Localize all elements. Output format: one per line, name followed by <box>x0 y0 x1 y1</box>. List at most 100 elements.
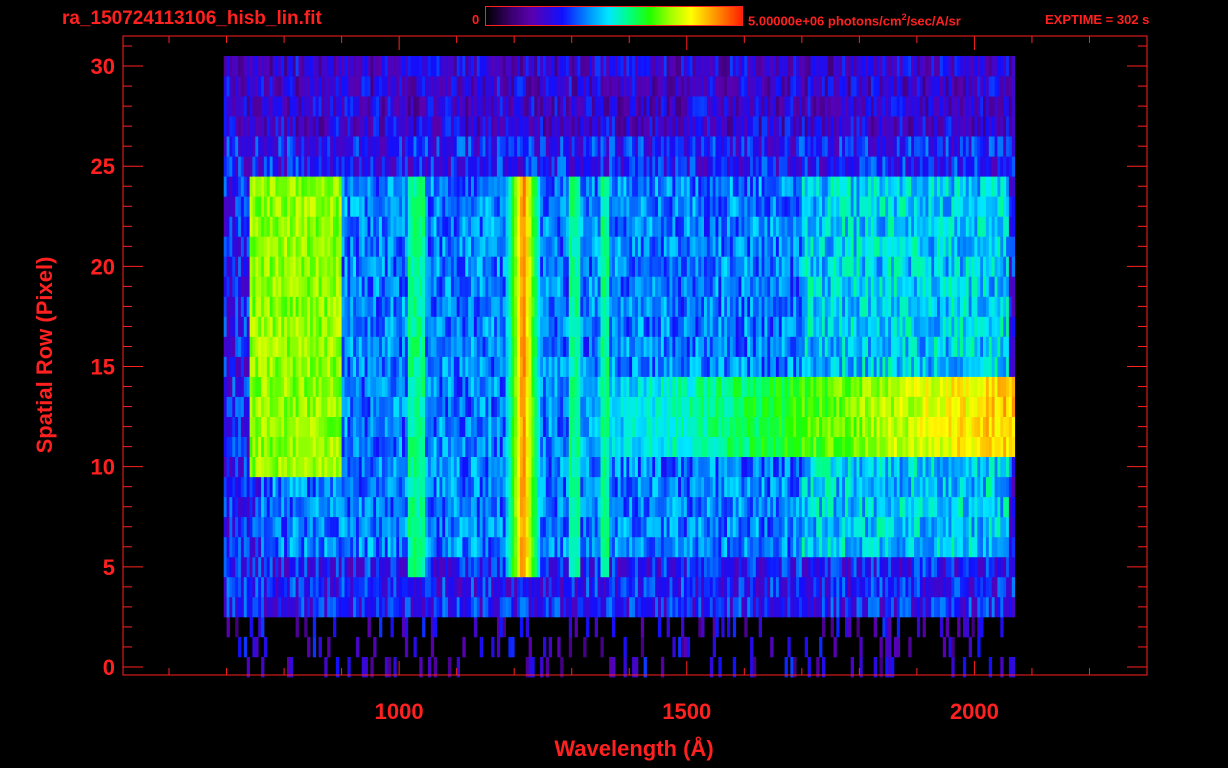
heatmap-cell <box>960 576 964 598</box>
heatmap-cell <box>379 496 383 518</box>
heatmap-cell <box>537 336 541 357</box>
heatmap-cell <box>275 436 279 457</box>
heatmap-cell <box>289 556 294 578</box>
heatmap-cell <box>427 276 432 297</box>
heatmap-cell <box>393 256 397 277</box>
heatmap-cell <box>376 496 380 518</box>
heatmap-cell <box>721 556 725 578</box>
heatmap-cell <box>879 536 883 558</box>
heatmap-cell <box>939 316 944 337</box>
heatmap-cell <box>379 616 383 638</box>
heatmap-cell <box>775 316 780 337</box>
heatmap-cell <box>934 416 938 437</box>
heatmap-cell <box>807 336 811 357</box>
heatmap-cell <box>1000 396 1004 417</box>
heatmap-cell <box>744 536 748 558</box>
heatmap-cell <box>775 596 780 618</box>
heatmap-cell <box>367 536 371 558</box>
heatmap-cell <box>278 356 282 377</box>
heatmap-cell <box>916 416 921 437</box>
heatmap-cell <box>741 296 745 317</box>
heatmap-cell <box>387 436 391 457</box>
heatmap-cell <box>862 576 866 598</box>
heatmap-cell <box>471 336 475 357</box>
heatmap-cell <box>620 556 624 578</box>
heatmap-cell <box>853 316 857 337</box>
heatmap-cell <box>350 376 354 397</box>
heatmap-cell <box>275 416 279 437</box>
heatmap-cell <box>778 416 783 437</box>
heatmap-cell <box>1000 657 1004 678</box>
heatmap-cell <box>962 316 967 337</box>
heatmap-cell <box>295 416 299 437</box>
heatmap-cell <box>439 416 443 437</box>
heatmap-cell <box>459 276 463 297</box>
heatmap-cell <box>830 376 834 397</box>
heatmap-cell <box>243 436 248 457</box>
heatmap-cell <box>666 356 670 377</box>
heatmap-cell <box>476 456 481 478</box>
heatmap-cell <box>666 416 670 437</box>
heatmap-cell <box>436 456 440 478</box>
heatmap-cell <box>545 516 550 538</box>
heatmap-cell <box>649 416 653 437</box>
heatmap-cell <box>997 296 1001 317</box>
heatmap-cell <box>502 456 506 478</box>
heatmap-cell <box>473 616 478 638</box>
heatmap-cell <box>422 596 426 618</box>
heatmap-cell <box>709 356 714 377</box>
heatmap-cell <box>330 296 334 317</box>
heatmap-cell <box>888 596 892 618</box>
heatmap-cell <box>609 556 613 578</box>
heatmap-cell <box>686 336 691 357</box>
heatmap-cell <box>706 396 711 417</box>
heatmap-cell <box>266 376 271 397</box>
heatmap-cell <box>678 436 682 457</box>
heatmap-cell <box>807 657 811 678</box>
heatmap-plot: 1000 1500 2000051015202530 <box>91 35 1148 724</box>
heatmap-cell <box>816 336 820 357</box>
heatmap-cell <box>266 516 271 538</box>
heatmap-cell <box>637 376 642 397</box>
heatmap-cell <box>606 396 610 417</box>
heatmap-cell <box>752 556 757 578</box>
heatmap-cell <box>307 436 311 457</box>
heatmap-cell <box>560 436 564 457</box>
heatmap-cell <box>450 476 455 498</box>
heatmap-cell <box>790 576 794 598</box>
heatmap-cell <box>471 436 475 457</box>
heatmap-cell <box>764 576 768 598</box>
heatmap-cell <box>790 396 794 417</box>
heatmap-cell <box>344 436 348 457</box>
heatmap-cell <box>496 376 501 397</box>
heatmap-cell <box>499 256 504 277</box>
heatmap-cell <box>836 556 840 578</box>
heatmap-cell <box>479 596 483 618</box>
heatmap-cell <box>327 276 331 297</box>
heatmap-cell <box>928 536 932 558</box>
heatmap-cell <box>948 456 952 478</box>
heatmap-cell <box>922 536 926 558</box>
heatmap-cell <box>669 496 673 518</box>
heatmap-cell <box>381 356 386 377</box>
heatmap-cell <box>620 256 624 277</box>
heatmap-cell <box>899 576 903 598</box>
heatmap-cell <box>686 496 691 518</box>
heatmap-cell <box>770 476 774 498</box>
heatmap-cell <box>948 336 952 357</box>
heatmap-cell <box>727 296 731 317</box>
heatmap-cell <box>344 256 348 277</box>
heatmap-cell <box>289 356 294 377</box>
heatmap-cell <box>876 316 880 337</box>
heatmap-cell <box>902 496 906 518</box>
heatmap-cell <box>531 336 535 357</box>
heatmap-cell <box>263 356 268 377</box>
heatmap-cell <box>390 416 394 437</box>
heatmap-cell <box>948 316 952 337</box>
heatmap-cell <box>540 456 544 478</box>
heatmap-cell <box>770 416 774 437</box>
heatmap-cell <box>1008 316 1013 337</box>
heatmap-cell <box>868 496 872 518</box>
heatmap-cell <box>951 657 955 678</box>
heatmap-cell <box>916 456 921 478</box>
